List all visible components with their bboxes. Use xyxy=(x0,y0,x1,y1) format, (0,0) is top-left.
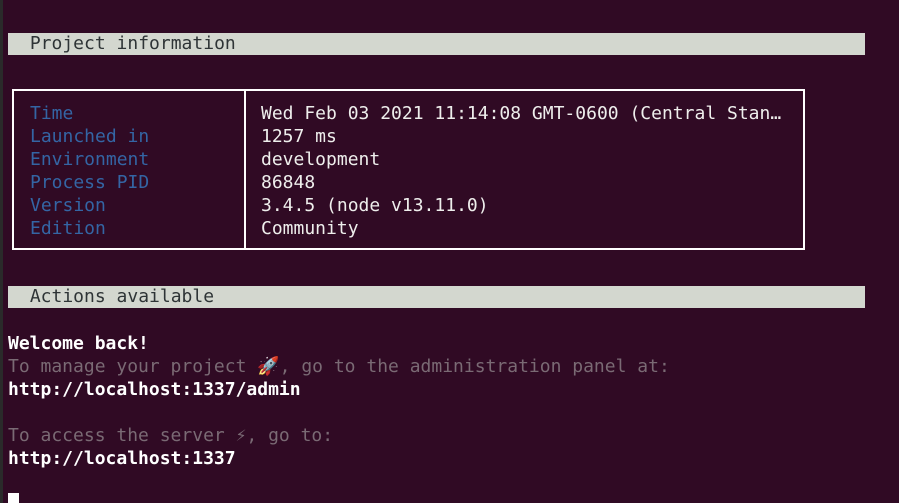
info-values-column: Wed Feb 03 2021 11:14:08 GMT-0600 (Centr… xyxy=(261,102,794,240)
welcome-message: Welcome back! xyxy=(8,333,149,354)
server-access-hint: To access the server ⚡, go to: xyxy=(8,425,334,446)
info-key-edition: Edition xyxy=(30,218,106,239)
admin-url-link[interactable]: http://localhost:1337/admin xyxy=(8,378,301,401)
info-key-environment: Environment xyxy=(30,149,150,170)
terminal-cursor xyxy=(8,493,19,503)
info-value-version: 3.4.5 (node v13.11.0) xyxy=(261,195,489,216)
info-key-pid: Process PID xyxy=(30,172,150,193)
table-column-divider xyxy=(244,91,246,248)
admin-panel-hint: To manage your project 🚀, go to the admi… xyxy=(8,356,670,377)
info-value-pid: 86848 xyxy=(261,172,316,193)
project-info-table: Time Launched in Environment Process PID… xyxy=(12,89,805,250)
info-value-launched: 1257 ms xyxy=(261,126,337,147)
window-edge xyxy=(0,0,3,503)
info-value-environment: development xyxy=(261,149,381,170)
info-value-time: Wed Feb 03 2021 11:14:08 GMT-0600 (Centr… xyxy=(261,103,782,124)
project-information-header: Project information xyxy=(8,33,865,55)
server-url-link[interactable]: http://localhost:1337 xyxy=(8,447,236,470)
info-key-time: Time xyxy=(30,103,74,124)
actions-available-header: Actions available xyxy=(8,286,865,308)
info-key-launched: Launched in xyxy=(30,126,150,147)
info-key-version: Version xyxy=(30,195,106,216)
info-keys-column: Time Launched in Environment Process PID… xyxy=(30,102,149,240)
info-value-edition: Community xyxy=(261,218,359,239)
terminal-window[interactable]: Project information Time Launched in Env… xyxy=(0,0,899,503)
